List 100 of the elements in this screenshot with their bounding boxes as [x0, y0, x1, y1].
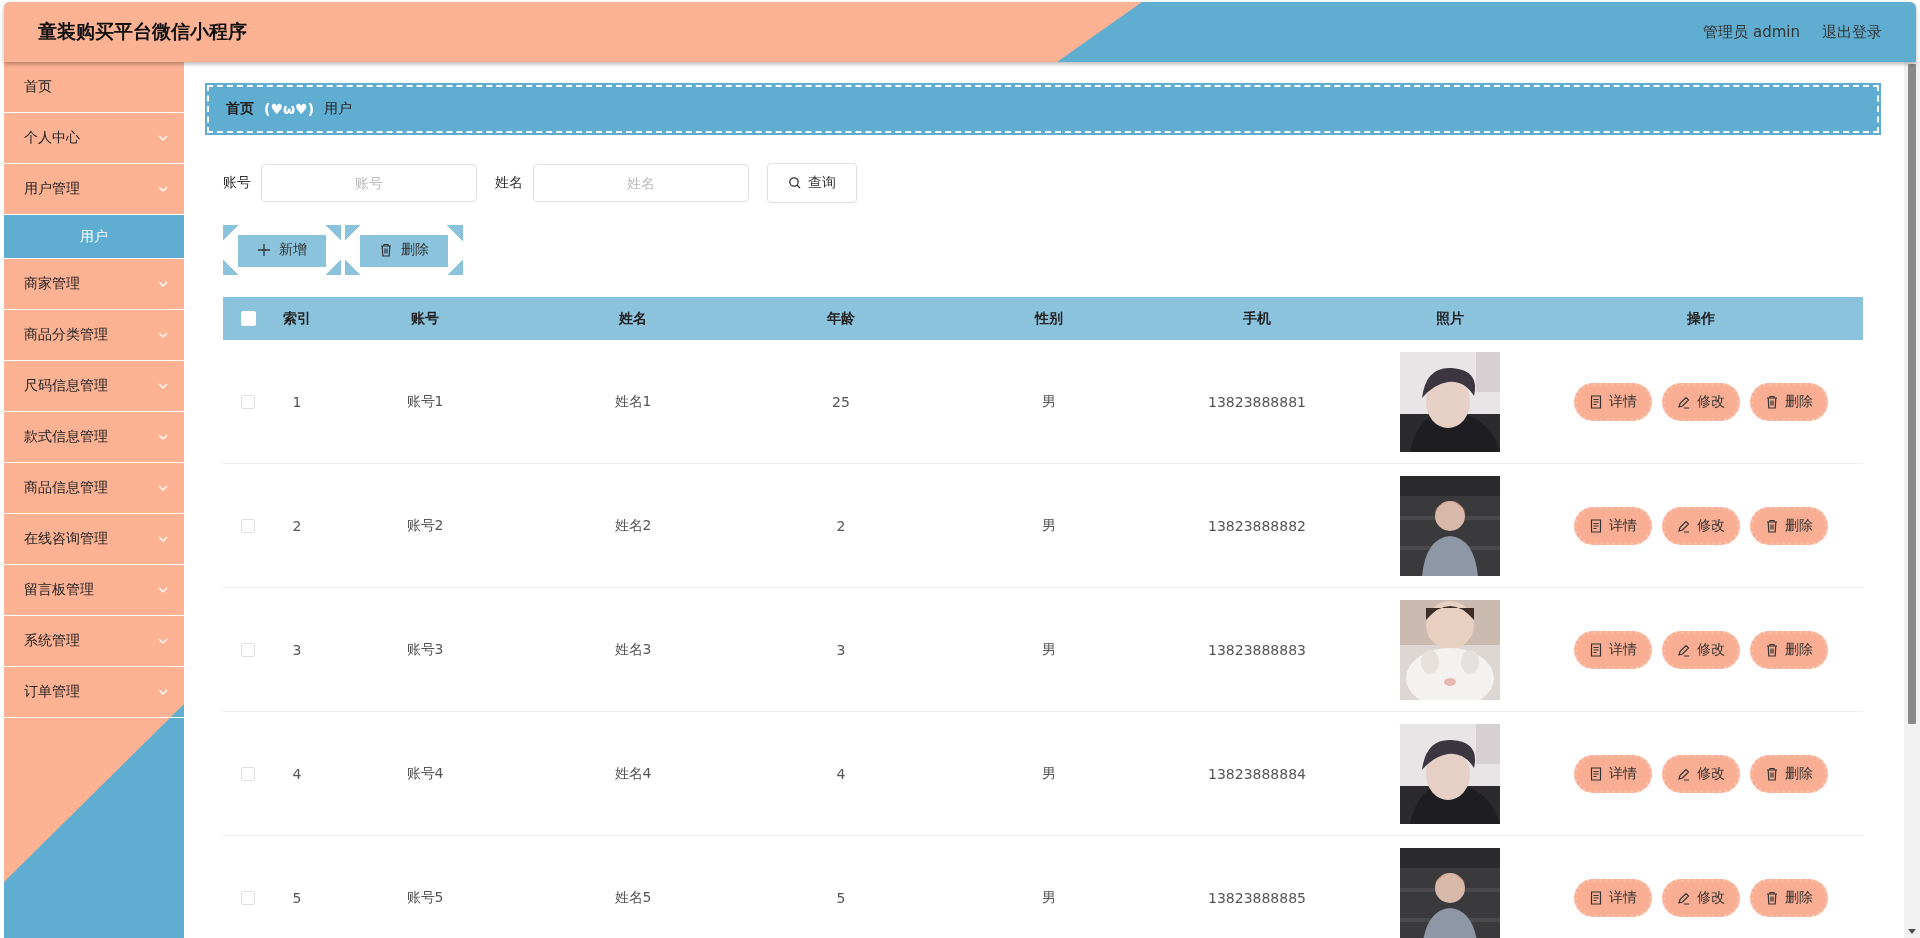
- field-label: 账号: [223, 174, 251, 192]
- table-cell: 姓名3: [614, 640, 652, 659]
- document-icon: [1589, 642, 1603, 657]
- table-cell: 账号1: [406, 392, 444, 411]
- menu-item[interactable]: 商品信息管理: [4, 463, 184, 514]
- table-cell: 5: [836, 889, 846, 906]
- menu-item[interactable]: 首页: [4, 62, 184, 113]
- delete-button[interactable]: 删除: [1750, 630, 1828, 669]
- trash-icon: [379, 243, 393, 257]
- document-icon: [1589, 518, 1603, 533]
- checkbox[interactable]: [241, 394, 255, 409]
- search-field[interactable]: 姓名: [533, 164, 749, 202]
- menu-item[interactable]: 个人中心: [4, 113, 184, 164]
- pencil-icon: [1677, 518, 1691, 533]
- table-cell: 姓名5: [614, 888, 652, 907]
- menu-item[interactable]: 款式信息管理: [4, 412, 184, 463]
- trash-icon: [1765, 766, 1779, 781]
- document-icon: [1589, 766, 1603, 781]
- pencil-icon: [1677, 890, 1691, 905]
- search-button[interactable]: 查询: [767, 163, 857, 203]
- pencil-icon: [1677, 766, 1691, 781]
- column-header: 操作: [1687, 309, 1715, 328]
- column-header: 姓名: [619, 309, 647, 328]
- table-cell: 4: [836, 765, 846, 782]
- delete-button[interactable]: 删除: [345, 225, 463, 275]
- checkbox[interactable]: [241, 890, 255, 905]
- column-header: 索引: [283, 309, 311, 328]
- logout-link[interactable]: 退出登录: [1822, 22, 1882, 42]
- table-cell: 13823888882: [1208, 517, 1306, 534]
- table-cell: 25: [832, 393, 850, 410]
- edit-button[interactable]: 修改: [1662, 630, 1740, 669]
- table-cell: 13823888884: [1208, 765, 1306, 782]
- delete-button[interactable]: 删除: [1750, 382, 1828, 421]
- menu-item[interactable]: 商品分类管理: [4, 310, 184, 361]
- menu-item[interactable]: 留言板管理: [4, 565, 184, 616]
- breadcrumb-separator: (♥ω♥): [264, 101, 315, 117]
- edit-button[interactable]: 修改: [1662, 878, 1740, 917]
- table-cell: 1: [292, 393, 302, 410]
- checkbox[interactable]: [241, 518, 255, 533]
- table-cell: 账号4: [406, 764, 444, 783]
- delete-button[interactable]: 删除: [1750, 878, 1828, 917]
- breadcrumb-item: 用户: [324, 100, 353, 118]
- document-icon: [1589, 890, 1603, 905]
- search-icon: [788, 176, 802, 190]
- table-cell: 男: [1042, 640, 1056, 659]
- table-cell: 男: [1042, 888, 1056, 907]
- document-icon: [1589, 394, 1603, 409]
- checkbox[interactable]: [241, 642, 255, 657]
- search-field[interactable]: 账号: [261, 164, 477, 202]
- trash-icon: [1765, 890, 1779, 905]
- table-cell: 2: [292, 517, 302, 534]
- detail-button[interactable]: 详情: [1574, 382, 1652, 421]
- table-cell: 男: [1042, 392, 1056, 411]
- detail-button[interactable]: 详情: [1574, 754, 1652, 793]
- pencil-icon: [1677, 642, 1691, 657]
- trash-icon: [1765, 394, 1779, 409]
- app-title: 童装购买平台微信小程序: [38, 19, 247, 44]
- trash-icon: [1765, 642, 1779, 657]
- scrollbar[interactable]: [1904, 62, 1920, 938]
- table-cell: 账号2: [406, 516, 444, 535]
- edit-button[interactable]: 修改: [1662, 506, 1740, 545]
- table-cell: 姓名4: [614, 764, 652, 783]
- column-header: 手机: [1243, 309, 1271, 328]
- column-header: 性别: [1035, 309, 1063, 328]
- breadcrumb-item[interactable]: 首页: [226, 100, 254, 118]
- plus-icon: [257, 243, 271, 257]
- menu-item[interactable]: 在线咨询管理: [4, 514, 184, 565]
- trash-icon: [1765, 518, 1779, 533]
- detail-button[interactable]: 详情: [1574, 630, 1652, 669]
- checkbox[interactable]: [241, 766, 255, 781]
- column-header: 照片: [1436, 309, 1464, 328]
- table-cell: 男: [1042, 764, 1056, 783]
- table-cell: 2: [836, 517, 846, 534]
- edit-button[interactable]: 修改: [1662, 382, 1740, 421]
- column-header: 年龄: [827, 309, 855, 328]
- table-cell: 姓名2: [614, 516, 652, 535]
- menu-item[interactable]: 订单管理: [4, 667, 184, 718]
- delete-button[interactable]: 删除: [1750, 754, 1828, 793]
- table-cell: 13823888883: [1208, 641, 1306, 658]
- edit-button[interactable]: 修改: [1662, 754, 1740, 793]
- pencil-icon: [1677, 394, 1691, 409]
- table-cell: 3: [292, 641, 302, 658]
- table-cell: 账号5: [406, 888, 444, 907]
- table-cell: 4: [292, 765, 302, 782]
- detail-button[interactable]: 详情: [1574, 878, 1652, 917]
- detail-button[interactable]: 详情: [1574, 506, 1652, 545]
- table-cell: 3: [836, 641, 846, 658]
- column-header: 账号: [411, 309, 439, 328]
- field-label: 姓名: [495, 174, 523, 192]
- menu-item[interactable]: 系统管理: [4, 616, 184, 667]
- menu-item[interactable]: 商家管理: [4, 259, 184, 310]
- table-cell: 13823888885: [1208, 889, 1306, 906]
- table-cell: 账号3: [406, 640, 444, 659]
- table-cell: 姓名1: [614, 392, 652, 411]
- menu-item[interactable]: 尺码信息管理: [4, 361, 184, 412]
- table-cell: 男: [1042, 516, 1056, 535]
- add-button[interactable]: 新增: [223, 225, 341, 275]
- user-name: 管理员 admin: [1703, 22, 1800, 42]
- table-cell: 13823888881: [1208, 393, 1306, 410]
- delete-button[interactable]: 删除: [1750, 506, 1828, 545]
